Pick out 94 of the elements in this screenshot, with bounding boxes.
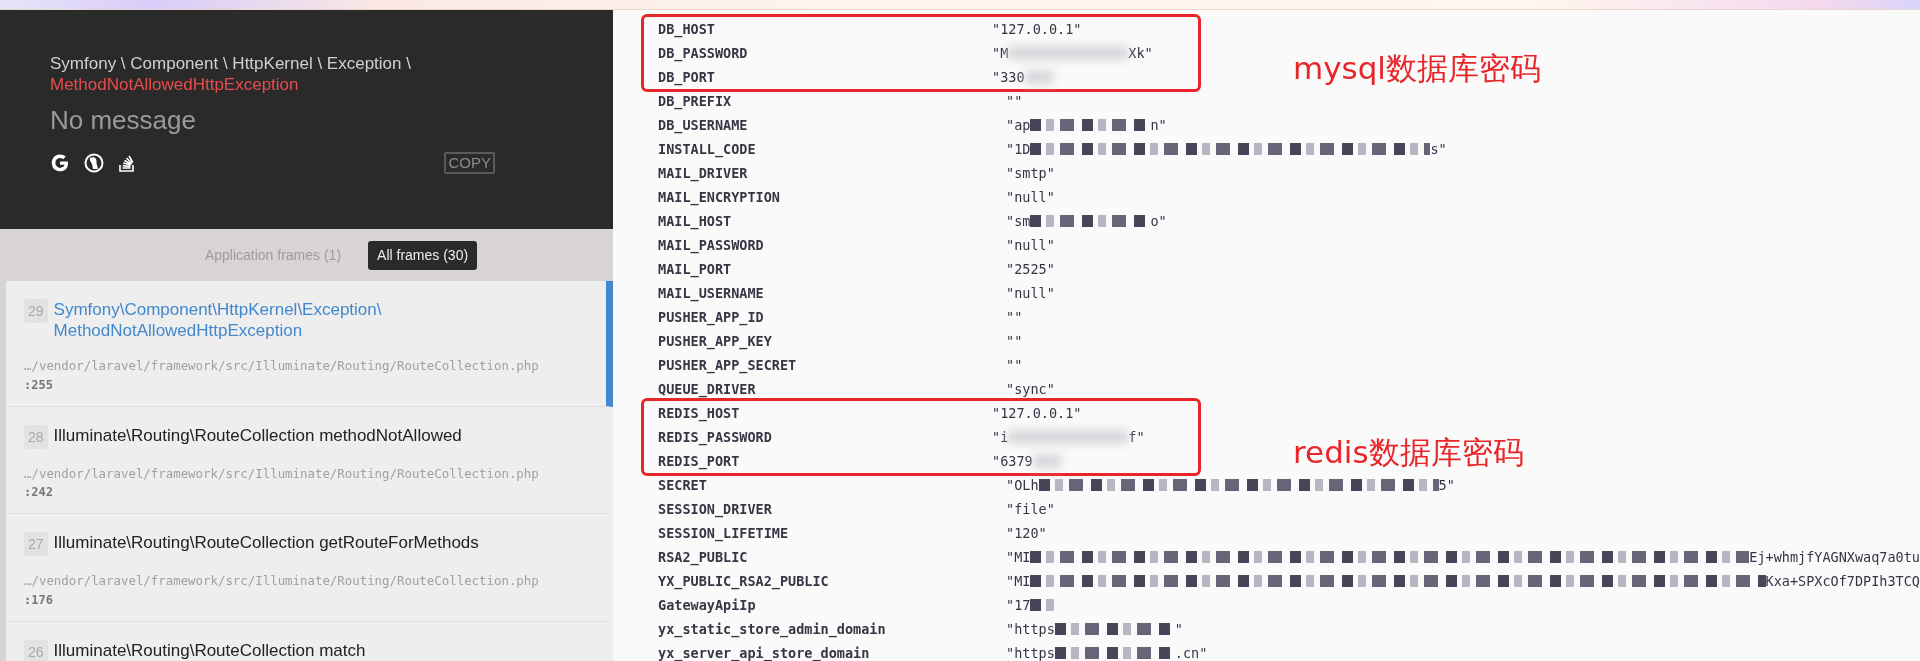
env-value: f" (1128, 427, 1145, 447)
env-value: "" (1006, 91, 1024, 111)
env-value: "https (1006, 619, 1055, 639)
google-icon[interactable] (50, 153, 70, 173)
env-key: REDIS_HOST (658, 402, 992, 424)
env-key: REDIS_PASSWORD (658, 426, 992, 448)
env-value: "file" (1006, 499, 1056, 519)
env-value: "null" (1006, 187, 1056, 207)
env-key: DB_USERNAME (658, 114, 1006, 136)
env-key: MAIL_DRIVER (658, 162, 1006, 184)
env-value: "https (1006, 643, 1055, 661)
env-key: INSTALL_CODE (658, 138, 1006, 160)
frames-tab[interactable]: All frames (30) (368, 240, 478, 270)
env-key: GatewayApiIp (658, 594, 1006, 616)
env-value: n" (1150, 115, 1167, 135)
frame-title: Illuminate\Routing\RouteCollection match (53, 639, 366, 661)
env-key: PUSHER_APP_SECRET (658, 354, 1006, 376)
file-path: …/vendor/laravel/framework/src/Illuminate/Routing/RouteCollection.php (24, 464, 540, 483)
env-key: PUSHER_APP_ID (658, 306, 1006, 328)
stack-icon[interactable] (118, 153, 136, 173)
env-value: "MI (1006, 571, 1031, 591)
line-number: :176 (24, 591, 54, 609)
env-value: .cn" (1174, 643, 1208, 661)
env-key: QUEUE_DRIVER (658, 378, 1006, 400)
env-key: MAIL_ENCRYPTION (658, 186, 1006, 208)
env-key: DB_PREFIX (658, 90, 1006, 112)
env-key: DB_PASSWORD (658, 42, 992, 64)
frame-number: 29 (24, 299, 48, 323)
env-value: 5" (1438, 475, 1455, 495)
env-key: YX_PUBLIC_RSA2_PUBLIC (658, 570, 1006, 592)
env-key: DB_PORT (658, 66, 992, 88)
env-value: "MI (1006, 547, 1031, 567)
frame-number: 28 (24, 424, 48, 449)
env-value: "i (992, 427, 1009, 447)
env-value: "" (1006, 331, 1024, 351)
env-value: "sync" (1006, 379, 1056, 399)
annotation-label: redis数据库密码 (1293, 433, 1524, 472)
env-value: "" (1006, 355, 1024, 375)
env-value: "120" (1006, 523, 1048, 543)
env-value: "1D (1006, 139, 1031, 159)
env-value: o" (1150, 211, 1167, 231)
env-value: "330 (992, 67, 1025, 87)
stack-frame[interactable]: 27 Illuminate\Routing\RouteCollection getRouteForMethods …/vendor/laravel/framework/src/Illuminate/Routing/RouteCollection.php :176 (6, 514, 613, 622)
line-number: :255 (24, 376, 54, 394)
env-key: DB_HOST (658, 18, 992, 40)
env-key: SESSION_LIFETIME (658, 522, 1006, 544)
env-value: "null" (1006, 283, 1056, 303)
env-value: "6379 (992, 451, 1033, 471)
file-path: …/vendor/laravel/framework/src/Illuminate/Routing/RouteCollection.php (24, 357, 540, 375)
env-key: MAIL_PASSWORD (658, 234, 1006, 256)
file-path: …/vendor/laravel/framework/src/Illuminate/Routing/RouteCollection.php (24, 572, 540, 591)
env-key: yx_server_api_store_domain (658, 642, 1006, 661)
duck-icon[interactable] (84, 153, 104, 173)
env-value: "M (992, 43, 1009, 63)
env-value: Kxa+SPXcOf7DPIh3TCQ (1765, 571, 1920, 591)
env-value: Ej+whmjfYAGNXwaq7a0tu (1749, 547, 1920, 567)
env-value: "127.0.0.1" (992, 403, 1083, 423)
env-key: PUSHER_APP_KEY (658, 330, 1006, 352)
stack-frame[interactable]: 28 Illuminate\Routing\RouteCollection methodNotAllowed …/vendor/laravel/framework/src/Illuminate/Routing/RouteCollection.php :242 (6, 406, 613, 515)
env-value: "ap (1006, 115, 1031, 135)
blurred-redaction (1032, 454, 1061, 468)
env-value: "2525" (1006, 259, 1056, 279)
frame-title: Illuminate\Routing\RouteCollection getRouteForMethods (53, 532, 479, 554)
env-key: MAIL_PORT (658, 258, 1006, 280)
env-key: MAIL_USERNAME (658, 282, 1006, 304)
env-value: " (1174, 619, 1183, 639)
frame-title: Illuminate\Routing\RouteCollection methodNotAllowed (53, 424, 462, 446)
annotation-label: mysql数据库密码 (1293, 49, 1541, 88)
env-value: "OLh (1006, 475, 1039, 495)
env-value: "17 (1006, 595, 1031, 615)
frame-title: Symfony\Component\HttpKernel\Exception\MethodNotAllowedHttpException (53, 299, 383, 341)
env-value: Xk" (1128, 43, 1153, 63)
env-key: RSA2_PUBLIC (658, 546, 1006, 568)
copy-button[interactable]: COPY (444, 152, 495, 174)
env-value: "null" (1006, 235, 1056, 255)
env-key: SECRET (658, 474, 1006, 496)
env-value: "" (1006, 307, 1024, 327)
stack-frame[interactable]: 26 Illuminate\Routing\RouteCollection match (6, 621, 613, 661)
line-number: :242 (24, 484, 54, 502)
exception-namespace: Symfony \ Component \ HttpKernel \ Exception \ (50, 53, 412, 74)
frame-number: 27 (24, 532, 48, 557)
blurred-redaction (1024, 70, 1053, 84)
stack-frame[interactable]: 29 Symfony\Component\HttpKernel\Exception\MethodNotAllowedHttpException …/vendor/laravel/framework/src/Illuminate/Routing/RouteCollection.php :255 (6, 281, 613, 407)
exception-class: MethodNotAllowedHttpException (50, 74, 300, 95)
env-key: yx_static_store_admin_domain (658, 618, 1006, 640)
env-value: "sm (1006, 211, 1031, 231)
env-value: s" (1430, 139, 1447, 159)
env-key: MAIL_HOST (658, 210, 1006, 232)
env-key: REDIS_PORT (658, 450, 992, 472)
env-key: SESSION_DRIVER (658, 498, 1006, 520)
exception-message: No message (50, 104, 197, 137)
env-value: "127.0.0.1" (992, 19, 1083, 39)
frame-number: 26 (24, 639, 48, 661)
env-value: "smtp" (1006, 163, 1056, 183)
